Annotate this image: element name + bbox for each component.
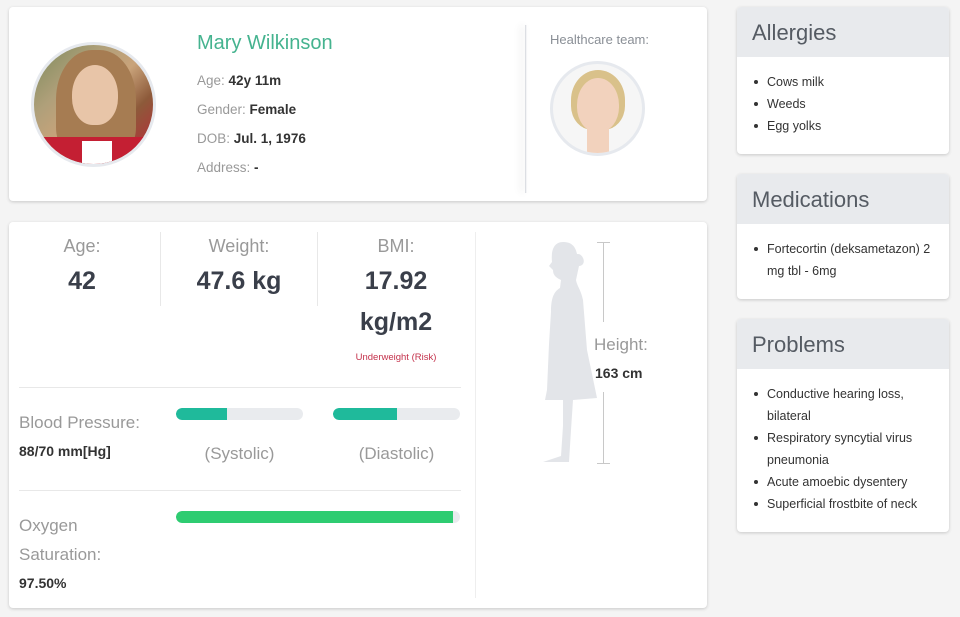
- oxygen-bar: [176, 511, 460, 523]
- height-ruler-tick: [597, 463, 610, 464]
- patient-name: Mary Wilkinson: [197, 32, 333, 54]
- list-item: Acute amoebic dysentery: [749, 471, 937, 493]
- age-label: Age:: [197, 73, 225, 88]
- bmi-stat-label: BMI:: [377, 236, 415, 256]
- diastolic-bar-fill: [333, 408, 397, 420]
- oxygen-bar-fill: [176, 511, 453, 523]
- bmi-stat-value: 17.92: [364, 267, 428, 295]
- age-stat: Age: 42: [19, 236, 145, 296]
- profile-divider: [525, 25, 527, 193]
- age-stat-value: 42: [68, 267, 96, 295]
- list-item: Respiratory syncytial virus pneumonia: [749, 427, 937, 471]
- age-value: 42y 11m: [228, 73, 282, 88]
- list-item: Superficial frostbite of neck: [749, 493, 937, 515]
- medications-card: Medications Fortecortin (deksametazon) 2…: [737, 174, 949, 299]
- gender-value: Female: [249, 102, 297, 117]
- age-stat-label: Age:: [63, 236, 101, 256]
- oxygen-label-line1: Oxygen: [19, 516, 78, 535]
- bmi-stat: BMI: 17.92 kg/m2: [318, 236, 474, 337]
- dob-label: DOB:: [197, 131, 231, 146]
- patient-profile-card: Mary Wilkinson Age: 42y 11m Gender: Fema…: [9, 7, 707, 201]
- list-item: Egg yolks: [749, 115, 937, 137]
- diastolic-bar: [333, 408, 460, 420]
- medications-title: Medications: [737, 174, 949, 224]
- patient-dob: DOB: Jul. 1, 1976: [197, 131, 306, 146]
- weight-stat-label: Weight:: [208, 236, 270, 256]
- problems-list: Conductive hearing loss, bilateral Respi…: [737, 369, 949, 525]
- weight-stat-value: 47.6 kg: [196, 267, 282, 295]
- list-item: Cows milk: [749, 71, 937, 93]
- patient-gender: Gender: Female: [197, 102, 296, 117]
- list-item: Weeds: [749, 93, 937, 115]
- height-ruler-bottom: [603, 392, 604, 464]
- panel-divider: [475, 232, 476, 598]
- blood-pressure-label: Blood Pressure:: [19, 413, 140, 432]
- address-label: Address:: [197, 160, 251, 175]
- bmi-stat-unit: kg/m2: [359, 308, 433, 336]
- height-label: Height:: [594, 335, 648, 354]
- diastolic-label: (Diastolic): [358, 444, 435, 463]
- oxygen-value: 97.50%: [19, 575, 67, 591]
- healthcare-team-label: Healthcare team:: [550, 32, 649, 47]
- problems-title: Problems: [737, 319, 949, 369]
- doctor-avatar[interactable]: [550, 61, 645, 156]
- vitals-card: Age: 42 Weight: 47.6 kg BMI: 17.92 kg/m2…: [9, 222, 707, 608]
- row-divider: [19, 387, 461, 388]
- medications-list: Fortecortin (deksametazon) 2 mg tbl - 6m…: [737, 224, 949, 292]
- systolic-bar-fill: [176, 408, 227, 420]
- patient-avatar: [31, 42, 156, 167]
- gender-label: Gender:: [197, 102, 246, 117]
- height-ruler-tick: [597, 242, 610, 243]
- allergies-card: Allergies Cows milk Weeds Egg yolks: [737, 7, 949, 154]
- list-item: Conductive hearing loss, bilateral: [749, 383, 937, 427]
- systolic-bar: [176, 408, 303, 420]
- allergies-list: Cows milk Weeds Egg yolks: [737, 57, 949, 147]
- dob-value: Jul. 1, 1976: [233, 131, 306, 146]
- problems-card: Problems Conductive hearing loss, bilate…: [737, 319, 949, 532]
- list-item: Fortecortin (deksametazon) 2 mg tbl - 6m…: [749, 238, 937, 282]
- address-value: -: [254, 160, 259, 175]
- weight-stat: Weight: 47.6 kg: [161, 236, 317, 296]
- patient-age: Age: 42y 11m: [197, 73, 281, 88]
- row-divider: [19, 490, 461, 491]
- height-ruler-top: [603, 242, 604, 322]
- bmi-status: Underweight (Risk): [355, 352, 437, 363]
- patient-address: Address: -: [197, 160, 259, 175]
- woman-silhouette-icon: [543, 242, 597, 462]
- allergies-title: Allergies: [737, 7, 949, 57]
- height-value: 163 cm: [595, 365, 643, 381]
- systolic-label: (Systolic): [204, 444, 275, 463]
- oxygen-label-line2: Saturation:: [19, 545, 102, 564]
- blood-pressure-value: 88/70 mm[Hg]: [19, 443, 111, 459]
